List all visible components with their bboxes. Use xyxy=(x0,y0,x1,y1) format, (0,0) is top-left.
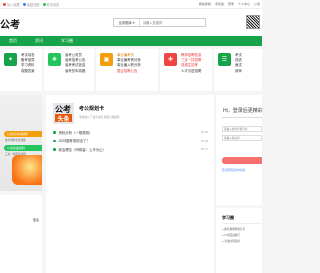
top-link-gongkao[interactable]: 公考 xyxy=(254,2,260,6)
left-more-box: 更多 xyxy=(0,195,42,273)
search-category-select[interactable]: 全部题库 ▾ xyxy=(114,19,140,26)
nav-item-news[interactable]: 资讯 xyxy=(26,36,52,46)
bullet-icon xyxy=(53,139,56,142)
nav-item-study[interactable]: 学习圈 xyxy=(52,36,82,46)
top-left-links: 加入收藏 返回顶部 考试动态 xyxy=(3,2,59,7)
promo-subtext: 备考资料免费领取 xyxy=(5,139,26,142)
more-link[interactable]: 更多 xyxy=(33,218,39,222)
category-card: ✚ 教师招聘信息 三支一扶招聘 选调生招考 人才引进招聘 xyxy=(160,49,212,91)
promo-pill: 公务员考试辅导 xyxy=(4,131,42,137)
top-utility-bar: 加入收藏 返回顶部 考试动态 网站导航 手机版 登录 个人中心 公考 xyxy=(0,0,262,9)
book-icon: ❖ xyxy=(48,53,61,66)
main-nav: 首页 资讯 学习圈 xyxy=(0,36,262,46)
chevron-down-icon: ▾ xyxy=(132,20,135,25)
category-link[interactable]: 省考考试信息 xyxy=(65,63,85,68)
top-link-news[interactable]: 考试动态 xyxy=(42,2,59,7)
phone-field[interactable] xyxy=(222,126,262,132)
search-bar: 全部题库 ▾ xyxy=(113,18,206,27)
search-input[interactable] xyxy=(140,20,205,25)
headline-list: 资料分析（一般原则） 05-28 2025国考成绩出了！ 05-28 政治理论（吗啡… xyxy=(53,128,208,154)
divider xyxy=(222,223,262,224)
top-link-favorite[interactable]: 加入收藏 xyxy=(3,2,20,7)
headline-subtitle: 零基础入门 备考指南 重要日期提醒 xyxy=(79,116,120,119)
favorite-icon xyxy=(3,3,6,6)
login-title: Hi，登录后更精彩 xyxy=(223,108,263,114)
promo-banner[interactable]: 公务员考试辅导 备考资料免费领取 公考必备资料 三支一扶历年真题 xyxy=(0,95,42,191)
agreement-link[interactable]: 登录即同意用户协议 xyxy=(222,168,245,172)
checklist-icon: ☰ xyxy=(218,53,231,66)
document-icon: ✦ xyxy=(4,53,17,66)
right-panel: Hi，登录后更精彩 登录即同意用户协议 学习圈 备考规划经验分享 公考面试技巧 … xyxy=(216,95,263,273)
category-link[interactable]: 人才引进招聘 xyxy=(181,69,201,74)
list-item[interactable]: 2025国考成绩出了！ 05-28 xyxy=(53,137,208,146)
site-logo[interactable]: 公考 xyxy=(0,16,20,31)
login-button[interactable] xyxy=(222,157,262,164)
category-link[interactable]: 国企招聘公告 xyxy=(117,69,141,74)
nav-item-home[interactable]: 首页 xyxy=(0,36,26,46)
category-card: ▣ 事业编考试 事业编考情分析 事业编入职分析 国企招聘公告 xyxy=(96,49,158,91)
promo-pill: 公考必备资料 xyxy=(4,145,42,151)
category-link[interactable]: 学习资料 xyxy=(21,63,35,68)
category-card: ❖ 省考公务员 省考招考公告 省考考试信息 省考历年真题 xyxy=(44,49,94,91)
news-icon xyxy=(42,3,46,6)
study-heading: 学习圈 xyxy=(222,215,234,220)
study-link[interactable]: 考试时间安排 xyxy=(222,239,245,245)
list-item[interactable]: 政治理论（吗啡量：上半为止） 05-27 xyxy=(53,145,208,154)
teacher-icon: ✚ xyxy=(164,53,177,66)
category-cards: ✦ 考试动态 备考指导 学习资料 真题答案 ❖ 省考公务员 省考招考公告 省考考… xyxy=(0,49,262,91)
site-header: 公考 全部题库 ▾ xyxy=(0,9,262,36)
bullet-icon xyxy=(53,131,56,134)
left-promo-panel: 公务员考试辅导 备考资料免费领取 公考必备资料 三支一扶历年真题 更多 xyxy=(0,95,42,273)
top-link-site-nav[interactable]: 网站导航 xyxy=(199,2,211,6)
bullet-icon xyxy=(53,148,56,151)
divider xyxy=(222,117,262,118)
study-circle-box: 学习圈 备考规划经验分享 公考面试技巧 考试时间安排 xyxy=(216,208,262,273)
promo-illustration xyxy=(12,155,42,185)
top-link-login[interactable]: 登录 xyxy=(228,2,234,6)
category-link[interactable]: 面试 xyxy=(235,63,242,68)
login-box: Hi，登录后更精彩 登录即同意用户协议 xyxy=(216,95,263,205)
category-card: ✦ 考试动态 备考指导 学习资料 真题答案 xyxy=(0,49,42,91)
category-link[interactable]: 政审 xyxy=(235,69,242,74)
headline-badge: 公考 头条 xyxy=(53,103,74,124)
category-link[interactable]: 真题答案 xyxy=(21,69,35,74)
qr-code-image xyxy=(246,15,260,29)
briefcase-icon: ▣ xyxy=(100,53,113,66)
top-link-mobile[interactable]: 手机版 xyxy=(215,2,224,6)
list-item[interactable]: 资料分析（一般原则） 05-28 xyxy=(53,128,208,137)
top-right-links: 网站导航 手机版 登录 个人中心 公考 xyxy=(199,2,260,6)
top-link-user-center[interactable]: 个人中心 xyxy=(238,2,250,6)
headline-panel: 公考 头条 考公规划卡 零基础入门 备考指南 重要日期提醒 资料分析（一般原则）… xyxy=(46,95,214,273)
category-card: ☰ 考试 成绩 面试 政审 xyxy=(214,49,262,91)
home-icon xyxy=(22,3,26,6)
headline-title[interactable]: 考公规划卡 xyxy=(79,105,104,112)
category-link[interactable]: 省考历年真题 xyxy=(65,69,85,74)
code-field[interactable] xyxy=(222,135,262,141)
top-link-back-to-top[interactable]: 返回顶部 xyxy=(22,2,40,7)
category-link[interactable]: 事业编入职分析 xyxy=(117,63,141,68)
